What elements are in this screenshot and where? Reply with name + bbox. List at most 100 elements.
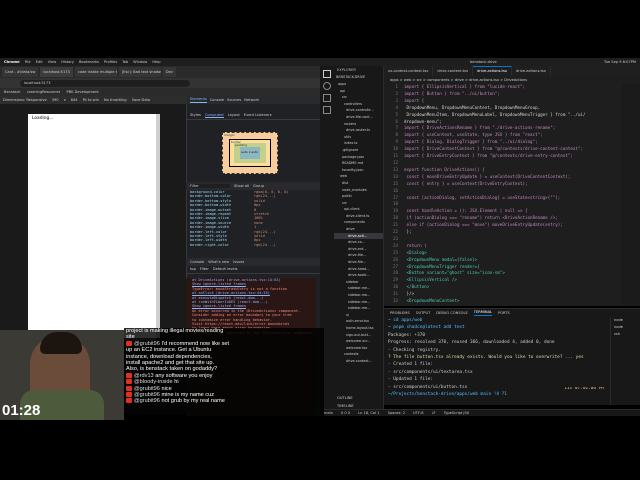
file-tree-item[interactable]: drive-file... (334, 259, 383, 266)
devtools-tab[interactable]: Sources (227, 98, 241, 102)
styles-subtab[interactable]: Event Listeners (244, 113, 272, 117)
extensions-icon[interactable] (323, 106, 331, 114)
file-tree-item[interactable]: .gitignore (334, 147, 383, 154)
emulation-control[interactable]: Fit to win (83, 98, 99, 102)
group-checkbox[interactable]: Group (253, 184, 264, 188)
emulation-control[interactable]: No throttling (104, 98, 127, 102)
menubar-item[interactable]: Window (133, 60, 147, 64)
file-tree-item[interactable]: BENSTACK-DRIVE (334, 74, 383, 81)
file-tree-item[interactable]: api-client (334, 206, 383, 213)
emulation-control[interactable]: x (64, 98, 66, 102)
file-tree-item[interactable]: drive (334, 226, 383, 233)
menubar-item[interactable]: Chrome (4, 60, 20, 64)
console-tab[interactable]: Issues (233, 260, 244, 264)
console-tab[interactable]: What's new (208, 260, 229, 264)
file-tree-item[interactable]: drive-file-cont... (334, 114, 383, 121)
status-item[interactable]: 0 0 0 (341, 411, 350, 415)
panel-tab[interactable]: PORTS (498, 311, 510, 315)
browser-tab[interactable]: Dev (162, 67, 176, 77)
file-tree-item[interactable]: sidebar-me... (334, 285, 383, 292)
file-tree-item[interactable]: drive-toolb... (334, 272, 383, 279)
emulation-control[interactable]: 844 (71, 98, 78, 102)
file-tree-item[interactable]: package.json (334, 154, 383, 161)
menubar-item[interactable]: History (61, 60, 74, 64)
devtools-tab[interactable]: Network (244, 98, 259, 102)
status-item[interactable]: LF (432, 411, 436, 415)
file-tree-item[interactable]: controllers (334, 101, 383, 108)
menubar-item[interactable]: Tab (122, 60, 128, 64)
styles-subtab[interactable]: Layout (228, 113, 240, 117)
terminal-instance[interactable]: node (611, 317, 640, 324)
file-tree-item[interactable]: home-layout.tsx (334, 325, 383, 332)
file-tree-item[interactable]: welcome.tsx (334, 345, 383, 352)
terminal-output[interactable]: ~ cd apps/web ~ pnpm shadcn@latest add te… (384, 317, 610, 405)
status-item[interactable]: TypeScript JSX (444, 411, 470, 415)
file-tree-item[interactable]: drive-co... (334, 239, 383, 246)
emulated-device-screen[interactable]: Loading... (28, 114, 156, 338)
editor-tab[interactable]: us-context-context.tsx (384, 66, 434, 76)
file-tree-item[interactable]: dist (334, 180, 383, 187)
file-tree-item[interactable]: tsconfig.json (334, 167, 383, 174)
vertical-scrollbar[interactable] (156, 114, 160, 338)
emulation-control[interactable]: 390 (52, 98, 59, 102)
editor-tab[interactable]: drive-content.tsx (433, 66, 474, 76)
file-tree-item[interactable]: routers (334, 121, 383, 128)
menubar-item[interactable]: File (25, 60, 31, 64)
file-tree-item[interactable]: drive-acti... (334, 232, 383, 240)
file-tree-item[interactable]: drive-context... (334, 358, 383, 365)
computed-property-row[interactable]: border-right-color rgb(24...) (186, 243, 316, 247)
editor-tab[interactable]: drive-actions.tsx (473, 66, 512, 76)
file-tree-item[interactable]: web (334, 173, 383, 180)
devtools-tab[interactable]: Elements (190, 97, 207, 103)
code-editor[interactable]: 1 import { EllipsisVertical } from "lucid… (384, 84, 640, 306)
file-tree-item[interactable]: index.ts (334, 140, 383, 147)
file-tree-item[interactable]: src (334, 94, 383, 101)
file-tree-item[interactable]: drive-head... (334, 266, 383, 273)
files-icon[interactable] (323, 70, 331, 78)
source-control-icon[interactable] (323, 94, 331, 102)
menubar-item[interactable]: Help (152, 60, 160, 64)
menubar-item[interactable]: Bookmarks (79, 60, 99, 64)
devtools-tab[interactable]: Console (210, 98, 224, 102)
file-tree-item[interactable]: auth-error.tsx (334, 318, 383, 325)
bookmark-item[interactable]: PBK Development (66, 90, 98, 94)
emulation-control[interactable]: Save Data (132, 98, 151, 102)
console-control[interactable]: Filter (200, 267, 209, 271)
browser-tab[interactable]: Cant - #/data/sw (2, 67, 39, 77)
file-tree-item[interactable]: sidebar (334, 279, 383, 286)
bookmark-item[interactable]: LearningResources (27, 90, 61, 94)
file-tree-item[interactable]: sidebar-me... (334, 305, 383, 312)
emulation-control[interactable]: Dimensions: Responsive (3, 98, 47, 102)
file-tree-item[interactable]: ui (334, 312, 383, 319)
file-tree-item[interactable]: public (334, 193, 383, 200)
console-tab[interactable]: Console (190, 260, 204, 264)
file-tree-item[interactable]: drive-router.ts (334, 127, 383, 134)
file-tree-item[interactable]: drive-client.ts (334, 213, 383, 220)
file-tree-item[interactable]: drive-file... (334, 252, 383, 259)
status-item[interactable]: UTF-8 (413, 411, 423, 415)
menubar-item[interactable]: View (48, 60, 57, 64)
browser-tab[interactable]: [Esc]: Bad text shadowing (118, 67, 161, 77)
editor-tab[interactable]: drive-actions.tsx (512, 66, 551, 76)
terminal-instance[interactable]: zsh (611, 331, 640, 338)
address-bar[interactable]: localhost:5173 (20, 79, 190, 87)
styles-subtab[interactable]: Styles (190, 113, 201, 117)
file-tree-item[interactable]: drive-ent... (334, 246, 383, 253)
console-control[interactable]: top (190, 267, 196, 271)
file-tree-item[interactable]: README.md (334, 160, 383, 167)
file-tree-item[interactable]: sidebar-me... (334, 292, 383, 299)
computed-filter-input[interactable]: Filter (190, 183, 230, 189)
search-icon[interactable] (323, 82, 331, 90)
styles-subtab[interactable]: Computed (204, 113, 224, 119)
file-tree-item[interactable]: node_modules (334, 187, 383, 194)
timeline-section[interactable]: TIMELINE (337, 404, 354, 408)
browser-tab[interactable]: code intake multiple buttons (74, 67, 117, 77)
file-tree-item[interactable]: api (334, 88, 383, 95)
console-control[interactable]: Default levels (213, 267, 238, 271)
panel-tab[interactable]: DEBUG CONSOLE (436, 311, 467, 315)
terminal-instance[interactable]: node (611, 324, 640, 331)
menubar-item[interactable]: Edit (36, 60, 43, 64)
file-tree-item[interactable]: components (334, 219, 383, 226)
panel-tab[interactable]: TERMINAL (473, 310, 493, 316)
file-tree-item[interactable]: drive-controlle... (334, 107, 383, 114)
